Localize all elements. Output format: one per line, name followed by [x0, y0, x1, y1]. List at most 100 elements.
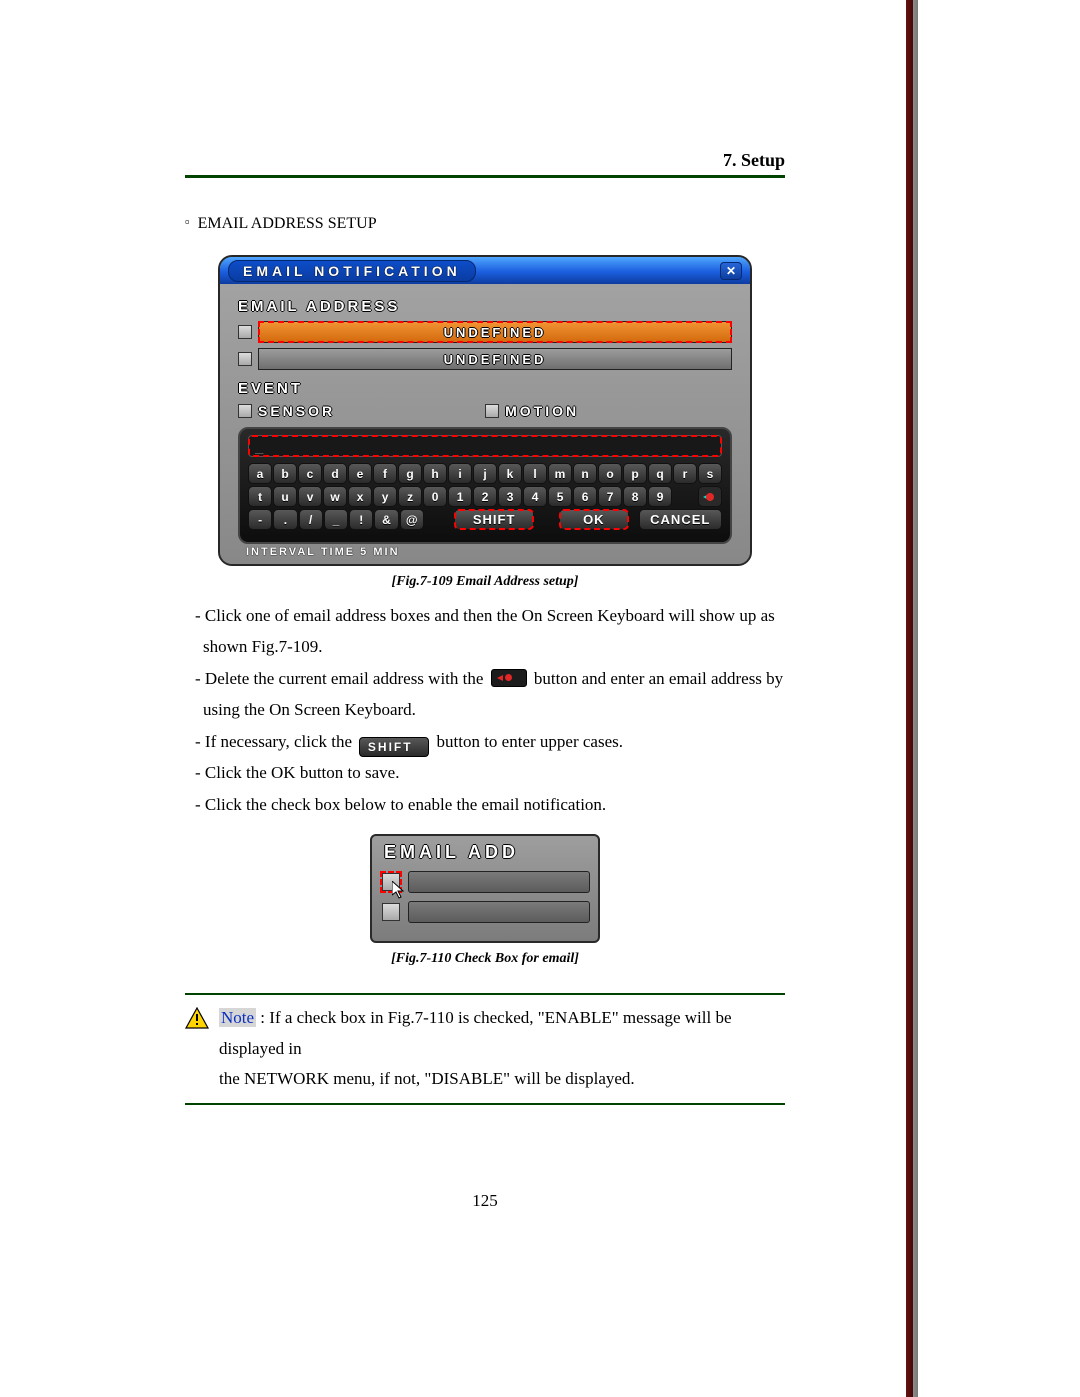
note-divider-bottom [185, 1103, 785, 1105]
key-i[interactable]: i [448, 463, 472, 484]
key-x[interactable]: x [348, 486, 372, 507]
key-0[interactable]: 0 [423, 486, 447, 507]
backspace-key[interactable] [698, 486, 722, 507]
note-line1: If a check box in Fig.7-110 is checked, … [219, 1008, 732, 1058]
interval-time-row: INTERVAL TIME 5 MIN [238, 546, 732, 558]
key-q[interactable]: q [648, 463, 672, 484]
event-label: EVENT [238, 380, 732, 397]
email-checkbox-2[interactable] [238, 352, 252, 366]
key-y[interactable]: y [373, 486, 397, 507]
figure-checkbox-closeup: EMAIL ADD [370, 834, 600, 943]
event-row: SENSOR MOTION [238, 403, 732, 419]
key-e[interactable]: e [348, 463, 372, 484]
note-text: Note : If a check box in Fig.7-110 is ch… [219, 1003, 785, 1095]
sensor-checkbox[interactable] [238, 404, 252, 418]
key-@[interactable]: @ [400, 509, 424, 530]
key-c[interactable]: c [298, 463, 322, 484]
fig2-checkbox-2[interactable] [382, 903, 400, 921]
keyboard-row-1: abcdefghijklmnopqrs [248, 463, 722, 484]
key-/[interactable]: / [299, 509, 323, 530]
cursor-icon [392, 881, 406, 899]
key-1[interactable]: 1 [448, 486, 472, 507]
key-.[interactable]: . [273, 509, 297, 530]
backspace-arrow-icon [497, 675, 503, 681]
section-title-line: ▫ EMAIL ADDRESS SETUP [185, 214, 785, 233]
key-4[interactable]: 4 [523, 486, 547, 507]
email-checkbox-1[interactable] [238, 325, 252, 339]
key--[interactable]: - [248, 509, 272, 530]
fig2-row2 [382, 901, 590, 923]
page-right-margin-decor [906, 0, 918, 1397]
motion-checkbox[interactable] [485, 404, 499, 418]
key-6[interactable]: 6 [573, 486, 597, 507]
body-text: - Click one of email address boxes and t… [185, 600, 785, 820]
key-9[interactable]: 9 [648, 486, 672, 507]
key-g[interactable]: g [398, 463, 422, 484]
email-field-1[interactable]: UNDEFINED [258, 321, 732, 343]
figure2-caption: [Fig.7-110 Check Box for email] [185, 951, 785, 967]
instr-2c: using the On Screen Keyboard. [203, 694, 785, 725]
keyboard-display[interactable]: _ [248, 435, 722, 457]
key-f[interactable]: f [373, 463, 397, 484]
inline-shift-button: SHIFT [359, 737, 429, 757]
key-5[interactable]: 5 [548, 486, 572, 507]
close-button[interactable]: ✕ [720, 262, 742, 280]
key-j[interactable]: j [473, 463, 497, 484]
key-o[interactable]: o [598, 463, 622, 484]
note-line2: the NETWORK menu, if not, "DISABLE" will… [219, 1064, 785, 1095]
keyboard-row-2: tuvwxyz0123456789 [248, 486, 722, 507]
fig2-field-1[interactable] [408, 871, 590, 893]
key-7[interactable]: 7 [598, 486, 622, 507]
email-row-1: UNDEFINED [238, 321, 732, 343]
fig2-field-2[interactable] [408, 901, 590, 923]
email-address-label: EMAIL ADDRESS [238, 298, 732, 315]
event-sensor: SENSOR [238, 403, 335, 419]
email-field-2[interactable]: UNDEFINED [258, 348, 732, 370]
key-![interactable]: ! [349, 509, 373, 530]
instr-2b: button and enter an email address by [534, 669, 783, 688]
key-z[interactable]: z [398, 486, 422, 507]
event-motion: MOTION [485, 403, 579, 419]
fig2-label: EMAIL ADD [384, 842, 590, 863]
instr-2: - Delete the current email address with … [195, 663, 785, 694]
key-p[interactable]: p [623, 463, 647, 484]
key-3[interactable]: 3 [498, 486, 522, 507]
key-w[interactable]: w [323, 486, 347, 507]
key-n[interactable]: n [573, 463, 597, 484]
key-8[interactable]: 8 [623, 486, 647, 507]
key-s[interactable]: s [698, 463, 722, 484]
key-l[interactable]: l [523, 463, 547, 484]
warning-icon [185, 1007, 209, 1029]
ok-key[interactable]: OK [559, 509, 629, 530]
shift-key[interactable]: SHIFT [454, 509, 534, 530]
key-k[interactable]: k [498, 463, 522, 484]
key-2[interactable]: 2 [473, 486, 497, 507]
instr-5: - Click the check box below to enable th… [195, 789, 785, 820]
note-label: Note [219, 1008, 256, 1027]
instr-1b: shown Fig.7-109. [203, 631, 785, 662]
key-d[interactable]: d [323, 463, 347, 484]
instr-3a: - If necessary, click the [195, 732, 352, 751]
key-r[interactable]: r [673, 463, 697, 484]
bullet-icon: ▫ [185, 214, 190, 229]
onscreen-keyboard: _ abcdefghijklmnopqrs tuvwxyz0123456789 … [238, 427, 732, 544]
key-t[interactable]: t [248, 486, 272, 507]
header-title: 7. Setup [723, 150, 785, 171]
keyboard-row-3: -./_!&@ SHIFT OK CANCEL [248, 509, 722, 530]
note-box: Note : If a check box in Fig.7-110 is ch… [185, 995, 785, 1103]
key-&[interactable]: & [374, 509, 398, 530]
key-m[interactable]: m [548, 463, 572, 484]
key-_[interactable]: _ [324, 509, 348, 530]
fig2-checkbox-highlighted[interactable] [382, 873, 400, 891]
figure-email-notification-dialog: EMAIL NOTIFICATION ✕ EMAIL ADDRESS UNDEF… [218, 255, 752, 566]
key-b[interactable]: b [273, 463, 297, 484]
section-title: EMAIL ADDRESS SETUP [198, 215, 377, 232]
fig2-row1 [382, 871, 590, 893]
key-h[interactable]: h [423, 463, 447, 484]
figure1-caption: [Fig.7-109 Email Address setup] [185, 574, 785, 590]
key-a[interactable]: a [248, 463, 272, 484]
email-row-2: UNDEFINED [238, 348, 732, 370]
key-u[interactable]: u [273, 486, 297, 507]
key-v[interactable]: v [298, 486, 322, 507]
cancel-key[interactable]: CANCEL [639, 509, 722, 530]
